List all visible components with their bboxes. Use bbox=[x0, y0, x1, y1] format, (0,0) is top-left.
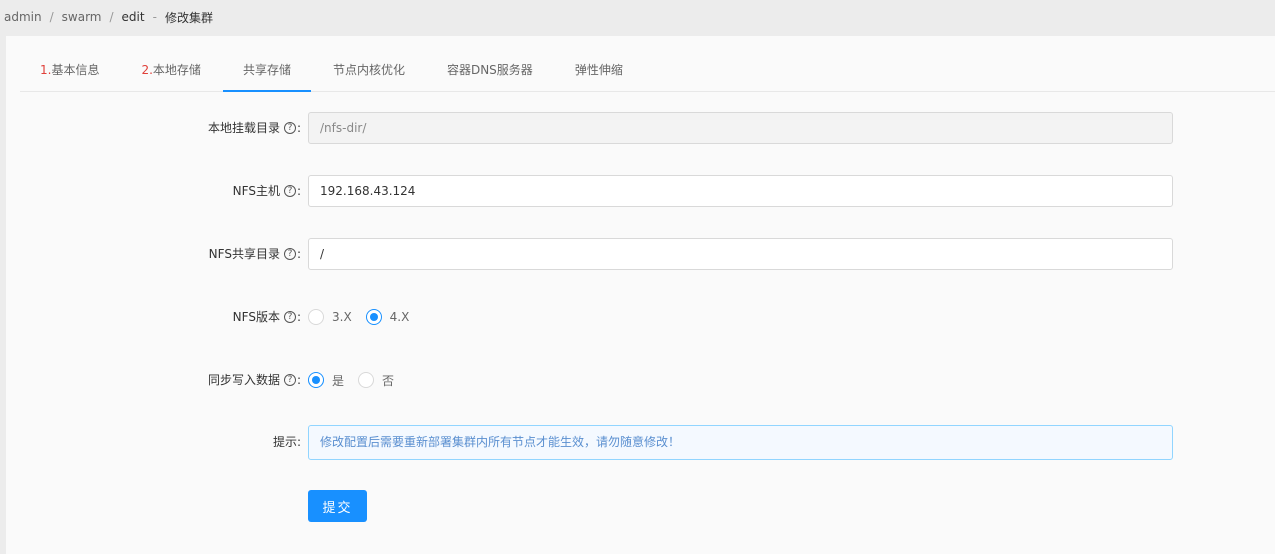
radio-circle-icon[interactable] bbox=[358, 372, 375, 388]
nfs-version-4x-radio[interactable]: 4.X bbox=[365, 309, 410, 325]
mount-dir-label: 本地挂载目录 ? : bbox=[208, 111, 301, 145]
tab-label: 基本信息 bbox=[51, 63, 100, 77]
help-icon[interactable]: ? bbox=[283, 248, 296, 260]
form-row-nfs-share-dir: NFS共享目录 ? : bbox=[6, 237, 1275, 271]
tab-number: 1. bbox=[40, 63, 52, 77]
tab-label: 节点内核优化 bbox=[332, 63, 405, 77]
tab-bar: 1.基本信息 2.本地存储 共享存储 节点内核优化 容器DNS服务器 弹性伸缩 bbox=[20, 36, 1275, 92]
breadcrumb-current: 修改集群 bbox=[164, 10, 213, 25]
tab-kernel-optimization[interactable]: 节点内核优化 bbox=[313, 35, 425, 91]
label-colon: : bbox=[296, 373, 301, 387]
form-row-nfs-host: NFS主机 ? : bbox=[6, 174, 1275, 208]
form-row-nfs-version: NFS版本 ? : 3.X 4.X bbox=[6, 300, 1275, 334]
edit-cluster-card: 1.基本信息 2.本地存储 共享存储 节点内核优化 容器DNS服务器 弹性伸缩 … bbox=[6, 36, 1275, 554]
sync-write-yes-radio[interactable]: 是 bbox=[308, 372, 344, 389]
breadcrumb-separator: / bbox=[109, 10, 114, 24]
tab-label: 弹性伸缩 bbox=[574, 63, 623, 77]
radio-checked-icon[interactable] bbox=[365, 309, 382, 325]
breadcrumb: admin / swarm / edit - 修改集群 bbox=[4, 0, 213, 34]
nfs-version-label: NFS版本 ? : bbox=[233, 300, 301, 334]
label-colon: : bbox=[296, 310, 301, 324]
sync-write-no-radio[interactable]: 否 bbox=[358, 372, 394, 389]
label-text: NFS版本 bbox=[232, 310, 280, 324]
form-row-sync-write: 同步写入数据 ? : 是 否 bbox=[6, 363, 1275, 397]
sync-write-label: 同步写入数据 ? : bbox=[208, 363, 301, 397]
breadcrumb-admin[interactable]: admin bbox=[4, 10, 42, 24]
help-icon[interactable]: ? bbox=[283, 374, 296, 386]
label-text: 提示: bbox=[272, 435, 301, 449]
label-colon: : bbox=[296, 184, 301, 198]
nfs-host-input[interactable] bbox=[308, 175, 1173, 207]
breadcrumb-dash: - bbox=[152, 10, 157, 24]
tab-label: 容器DNS服务器 bbox=[446, 63, 533, 77]
tab-autoscaling[interactable]: 弹性伸缩 bbox=[555, 35, 643, 91]
nfs-host-label: NFS主机 ? : bbox=[233, 174, 301, 208]
radio-checked-icon[interactable] bbox=[308, 372, 324, 388]
nfs-version-3x-radio[interactable]: 3.X bbox=[308, 309, 352, 325]
label-text: NFS主机 bbox=[232, 184, 280, 198]
help-icon[interactable]: ? bbox=[283, 122, 296, 134]
sync-write-radio-group: 是 否 bbox=[308, 363, 408, 397]
tab-label: 本地存储 bbox=[152, 63, 201, 77]
tab-dns-server[interactable]: 容器DNS服务器 bbox=[427, 35, 553, 91]
breadcrumb-edit: edit bbox=[121, 10, 145, 24]
tab-label: 共享存储 bbox=[242, 63, 291, 77]
tab-basic-info[interactable]: 1.基本信息 bbox=[20, 35, 119, 91]
form-row-mount-dir: 本地挂载目录 ? : bbox=[6, 111, 1275, 145]
label-colon: : bbox=[296, 121, 301, 135]
submit-button[interactable]: 提交 bbox=[308, 490, 367, 522]
label-colon: : bbox=[296, 247, 301, 261]
radio-circle-icon[interactable] bbox=[308, 309, 324, 325]
label-text: NFS共享目录 bbox=[208, 247, 280, 261]
breadcrumb-separator: / bbox=[49, 10, 54, 24]
label-text: 本地挂载目录 bbox=[207, 121, 280, 135]
tab-shared-storage[interactable]: 共享存储 bbox=[222, 35, 311, 92]
nfs-version-radio-group: 3.X 4.X bbox=[308, 300, 423, 334]
form-row-hint: 提示: 修改配置后需要重新部署集群内所有节点才能生效，请勿随意修改！ bbox=[6, 425, 1275, 460]
label-text: 同步写入数据 bbox=[207, 373, 280, 387]
hint-label: 提示: bbox=[273, 425, 301, 459]
hint-alert: 修改配置后需要重新部署集群内所有节点才能生效，请勿随意修改！ bbox=[308, 425, 1173, 460]
radio-label: 是 bbox=[332, 373, 345, 388]
help-icon[interactable]: ? bbox=[283, 185, 296, 197]
breadcrumb-swarm[interactable]: swarm bbox=[62, 10, 102, 24]
radio-label: 否 bbox=[382, 373, 395, 388]
help-icon[interactable]: ? bbox=[283, 311, 296, 323]
nfs-share-dir-input[interactable] bbox=[308, 238, 1173, 270]
tab-local-storage[interactable]: 2.本地存储 bbox=[121, 35, 220, 91]
nfs-share-dir-label: NFS共享目录 ? : bbox=[209, 237, 301, 271]
tab-number: 2. bbox=[141, 63, 153, 77]
radio-label: 4.X bbox=[389, 310, 410, 324]
mount-dir-input bbox=[308, 112, 1173, 144]
radio-label: 3.X bbox=[332, 310, 352, 324]
